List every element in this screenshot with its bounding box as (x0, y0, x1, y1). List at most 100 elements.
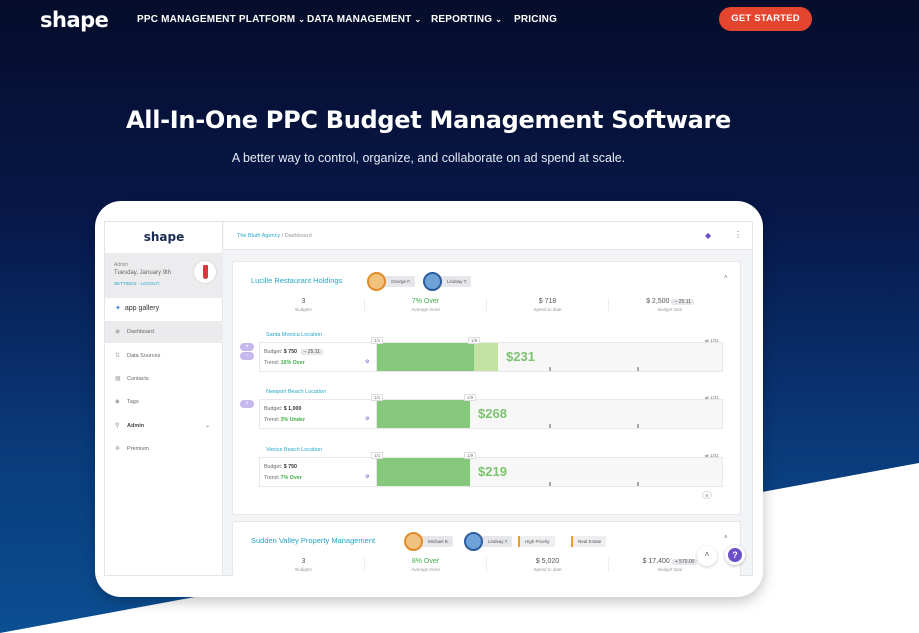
client-title[interactable]: Sudden Valley Property Management (251, 536, 375, 545)
sidebar-item-premium[interactable]: ✻ Premium (105, 438, 223, 460)
budget-info: Budget: $ 750 − 25.11 Trend: 16% Over ⚙ (259, 342, 376, 372)
collapse-icon[interactable]: ˄ (724, 275, 728, 281)
spend-amount: $219 (478, 464, 507, 479)
sidebar-item-label: Admin (127, 423, 145, 429)
gear-icon[interactable]: ⚙ (365, 416, 369, 422)
sidebar-item-label: Premium (127, 446, 150, 452)
stat-spend: $ 718 Spend to date (487, 298, 609, 312)
sidebar-item-dashboard[interactable]: ◉ Dashboard (105, 321, 223, 343)
user-date: Tuesday, January 9th (114, 270, 172, 276)
spend-fill-overage (474, 343, 498, 371)
budget-value: $ 1,000 (283, 406, 302, 412)
row-period[interactable]: ⇄ 1/31 (705, 395, 719, 401)
collapse-icon[interactable]: ˄ (724, 535, 728, 541)
tick-current: 1/9 (468, 337, 481, 344)
nav-label: PPC MANAGEMENT PLATFORM (137, 14, 296, 25)
stat-label: Average trend (411, 307, 440, 312)
collapse-button[interactable]: − (240, 352, 254, 360)
refresh-icon: ⇄ (705, 453, 709, 458)
user-panel: Admin Tuesday, January 9th SETTINGS · LO… (105, 253, 223, 298)
tie-icon (203, 265, 208, 279)
location-name[interactable]: Newport Beach Location (266, 389, 326, 395)
stat-value: $ 718 (538, 298, 557, 305)
stat-trend: 8% Over Average trend (365, 558, 487, 572)
app-logo[interactable]: shape (105, 230, 223, 244)
card-stats: 3 Budgets 7% Over Average trend $ 718 Spend… (243, 298, 733, 318)
location-name[interactable]: Santa Monica Location (266, 332, 322, 338)
app-topbar: The Bluth Agency / Dashboard ◆ ⋮ (224, 222, 752, 250)
stat-value: 3 (301, 558, 306, 565)
location-name[interactable]: Venice Beach Location (266, 447, 322, 453)
page-indicator[interactable]: 6 (702, 491, 712, 499)
budget-prefix: Budget: (264, 464, 283, 470)
trend-prefix: Trend: (264, 475, 280, 481)
trend-value: 7% Over (280, 475, 302, 481)
budget-row[interactable]: Budget: $ 750 − 25.11 Trend: 16% Over ⚙ … (259, 337, 723, 372)
marker (549, 482, 551, 486)
more-menu-icon[interactable]: ⋮ (734, 230, 742, 239)
trend-line: Trend: 16% Over (264, 360, 305, 366)
nav-reporting[interactable]: REPORTING ⌄ (431, 14, 502, 25)
person-chip[interactable]: Michael B. (404, 532, 454, 551)
breadcrumb-agency[interactable]: The Bluth Agency (237, 233, 280, 239)
breadcrumb: The Bluth Agency / Dashboard (237, 233, 312, 239)
nav-label: DATA MANAGEMENT (307, 14, 412, 25)
nav-data-management[interactable]: DATA MANAGEMENT ⌄ (307, 14, 421, 25)
row-controls: + − (240, 343, 254, 361)
spend-track: $268 1/1 1/9 (371, 394, 723, 429)
stat-value: $ 2,500 (646, 298, 670, 305)
person-name: Lindsay T. (447, 279, 468, 284)
nav-pricing[interactable]: PRICING (514, 14, 557, 25)
person-name: George F. (391, 279, 411, 284)
avatar[interactable] (193, 260, 217, 284)
hero-subtitle: A better way to control, organize, and c… (231, 151, 626, 165)
spend-track: $219 1/1 1/9 (371, 452, 723, 487)
trend-prefix: Trend: (264, 360, 280, 366)
trend-value: 3% Under (280, 417, 306, 423)
person-chip[interactable]: Lindsay T. (423, 272, 472, 291)
person-name: Michael B. (428, 539, 450, 544)
tick-end: 1/31 (710, 338, 719, 343)
budget-row[interactable]: Budget: $ 750 Trend: 7% Over ⚙ $219 1/1 … (259, 452, 723, 487)
person-chip[interactable]: Lindsay T. (464, 532, 513, 551)
sidebar-item-data-sources[interactable]: ⇅ Data Sources (105, 345, 223, 367)
spend-fill (377, 458, 470, 486)
scroll-top-button[interactable]: ˄ (697, 546, 717, 566)
sidebar-item-label: Data Sources (127, 353, 161, 359)
client-title[interactable]: Lucille Restaurant Holdings (251, 276, 342, 285)
help-button[interactable]: ? (725, 545, 745, 565)
tick-end: 1/31 (710, 453, 719, 458)
row-period[interactable]: ⇄ 1/31 (705, 338, 719, 344)
sidebar-item-admin[interactable]: ⚲ Admin ⌄ (105, 415, 223, 437)
nav-ppc-management[interactable]: PPC MANAGEMENT PLATFORM ⌄ (137, 14, 305, 25)
site-logo[interactable]: shape (40, 8, 109, 32)
stat-trend: 7% Over Average trend (365, 298, 487, 312)
top-nav: shape PPC MANAGEMENT PLATFORM ⌄ DATA MANA… (0, 0, 919, 40)
marker (637, 367, 639, 371)
spend-fill (377, 400, 470, 428)
tag-icon[interactable]: ◆ (705, 231, 711, 240)
refresh-icon: ⇄ (705, 338, 709, 343)
gallery-icon: ✦ (115, 305, 121, 312)
row-period[interactable]: ⇄ 1/31 (705, 453, 719, 459)
budget-prefix: Budget: (264, 406, 283, 412)
expand-button[interactable]: + (240, 400, 254, 408)
expand-button[interactable]: + (240, 343, 254, 351)
app-gallery-link[interactable]: ✦ app gallery (115, 304, 159, 312)
key-icon: ⚲ (115, 423, 120, 429)
tag-chip[interactable]: High Priority (518, 536, 555, 547)
gear-icon[interactable]: ⚙ (365, 359, 369, 365)
spend-amount: $231 (506, 349, 535, 364)
stat-badge: − 25.11 (671, 299, 694, 305)
get-started-button[interactable]: GET STARTED (719, 7, 812, 31)
tag-icon: ◆ (115, 399, 120, 405)
contacts-icon: ▦ (115, 376, 121, 382)
tag-chip[interactable]: Real Estate (571, 536, 607, 547)
sidebar-item-contacts[interactable]: ▦ Contacts (105, 368, 223, 390)
nav-label: PRICING (514, 14, 558, 25)
user-links[interactable]: SETTINGS · LOGOUT (114, 281, 160, 286)
gear-icon[interactable]: ⚙ (365, 474, 369, 480)
budget-row[interactable]: Budget: $ 1,000 Trend: 3% Under ⚙ $268 1… (259, 394, 723, 429)
sidebar-item-tags[interactable]: ◆ Tags (105, 391, 223, 413)
person-chip[interactable]: George F. (367, 272, 415, 291)
